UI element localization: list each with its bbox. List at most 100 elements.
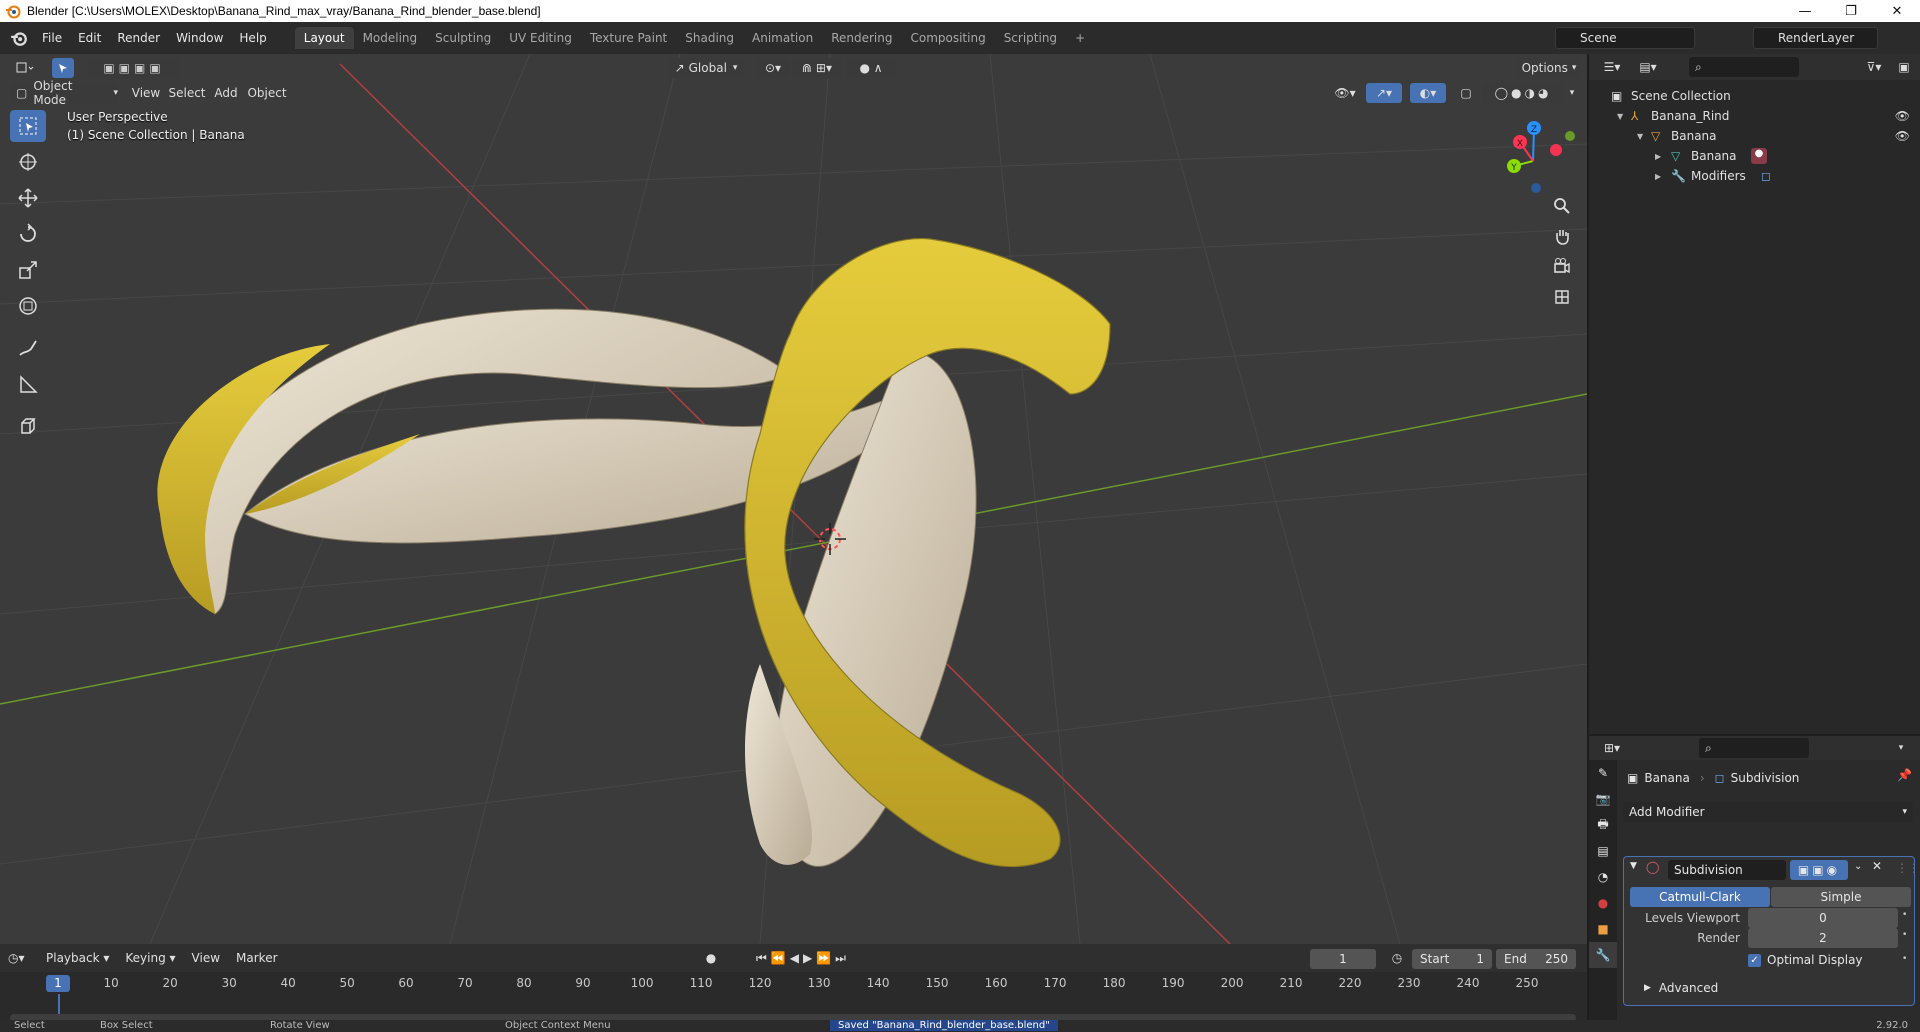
pin-icon[interactable]: 📌 <box>1897 768 1912 782</box>
keyframe-dot-icon[interactable]: • <box>1902 954 1907 964</box>
select-mode-icon[interactable] <box>52 58 74 78</box>
current-frame-marker[interactable]: 1 <box>46 975 70 992</box>
ortho-grid-icon[interactable] <box>1548 282 1576 310</box>
tab-uv-editing[interactable]: UV Editing <box>500 27 581 49</box>
add-modifier-dropdown[interactable]: Add Modifier ▾ <box>1623 802 1913 822</box>
tab-modeling[interactable]: Modeling <box>354 27 427 49</box>
shading-mode-buttons[interactable]: ◯●◑◕ <box>1482 83 1564 103</box>
start-frame-field[interactable]: Start 1 <box>1412 949 1492 969</box>
overlays-toggle-icon[interactable]: ◐▾ <box>1410 83 1446 103</box>
levels-viewport-field[interactable]: 0 <box>1748 908 1898 928</box>
tool-tab-icon[interactable]: ✎ <box>1589 760 1617 786</box>
tab-compositing[interactable]: Compositing <box>901 27 994 49</box>
current-frame-field[interactable]: 1 <box>1310 949 1376 969</box>
maximize-button[interactable]: ❐ <box>1828 0 1874 22</box>
panel-collapse-icon[interactable]: ▼ <box>1630 861 1637 871</box>
object-tab-icon[interactable]: ■ <box>1589 916 1617 942</box>
properties-editor-type-icon[interactable]: ⊞▾ <box>1597 738 1627 758</box>
blender-menu-icon[interactable] <box>10 29 28 47</box>
menu-render[interactable]: Render <box>109 28 168 48</box>
banana-rind-model[interactable] <box>157 238 1111 868</box>
modifier-options-icon[interactable]: ⌄ <box>1854 861 1862 872</box>
menu-file[interactable]: File <box>34 28 70 48</box>
minimize-button[interactable]: — <box>1782 0 1828 22</box>
outliner-item-banana-rind[interactable]: ▼ ⅄ Banana_Rind 👁 <box>1589 106 1920 126</box>
timeline-menu-marker[interactable]: Marker <box>228 951 285 965</box>
output-tab-icon[interactable]: 🖶 <box>1589 812 1617 838</box>
viewport-menu-object[interactable]: Object <box>244 83 290 103</box>
viewport-menu-view[interactable]: View <box>128 83 164 103</box>
checkbox-checked-icon[interactable]: ✓ <box>1748 953 1761 967</box>
eye-icon[interactable]: 👁 <box>1895 109 1910 123</box>
timeline-menu-keying[interactable]: Keying ▾ <box>117 951 183 965</box>
zoom-icon[interactable] <box>1548 192 1576 220</box>
tab-animation[interactable]: Animation <box>743 27 822 49</box>
measure-tool[interactable] <box>10 368 46 400</box>
filter-icon[interactable]: ⊽▾ <box>1859 57 1889 77</box>
add-cube-tool[interactable] <box>10 410 46 442</box>
material-icon[interactable]: ● <box>1751 148 1767 164</box>
keyframe-dot-icon[interactable]: • <box>1902 910 1907 920</box>
timeline-menu-view[interactable]: View <box>184 951 228 965</box>
add-workspace-button[interactable]: + <box>1066 27 1094 49</box>
world-tab-icon[interactable]: ● <box>1589 890 1617 916</box>
tab-texture-paint[interactable]: Texture Paint <box>581 27 676 49</box>
options-dropdown[interactable]: Options ▾ <box>1518 58 1580 78</box>
expand-arrow-icon[interactable]: ▶ <box>1655 172 1661 181</box>
outliner-search-input[interactable]: ⌕ <box>1689 57 1799 77</box>
camera-icon[interactable] <box>1548 252 1576 280</box>
outliner-item-banana-object[interactable]: ▼ ▽ Banana 👁 <box>1589 126 1920 146</box>
tab-shading[interactable]: Shading <box>676 27 743 49</box>
menu-edit[interactable]: Edit <box>70 28 109 48</box>
properties-options-icon[interactable]: ▾ <box>1891 738 1911 758</box>
cursor-tool[interactable] <box>10 146 46 178</box>
object-mode-dropdown[interactable]: ▢ Object Mode ▾ <box>10 79 118 107</box>
display-mode-icon[interactable]: ▤▾ <box>1633 57 1663 77</box>
end-frame-field[interactable]: End 250 <box>1496 949 1576 969</box>
properties-search-input[interactable]: ⌕ <box>1699 738 1809 758</box>
rotate-tool[interactable] <box>10 218 46 250</box>
shading-options-icon[interactable]: ▾ <box>1564 83 1580 103</box>
advanced-subpanel-header[interactable]: ▶ Advanced <box>1644 981 1718 995</box>
expand-arrow-icon[interactable]: ▶ <box>1655 152 1661 161</box>
scale-tool[interactable] <box>10 254 46 286</box>
scene-selector[interactable]: Scene <box>1555 27 1695 49</box>
scene-tab-icon[interactable]: ◔ <box>1589 864 1617 890</box>
annotate-tool[interactable] <box>10 332 46 364</box>
render-tab-icon[interactable]: 📷 <box>1589 786 1617 812</box>
timeline-menu-playback[interactable]: Playback ▾ <box>38 951 117 965</box>
render-layer-selector[interactable]: RenderLayer <box>1753 27 1878 49</box>
clock-icon[interactable]: ◷ <box>1386 948 1408 968</box>
new-collection-icon[interactable]: ▣ <box>1893 57 1915 77</box>
tab-rendering[interactable]: Rendering <box>822 27 901 49</box>
expand-arrow-icon[interactable]: ▼ <box>1617 112 1623 121</box>
render-levels-field[interactable]: 2 <box>1748 928 1898 948</box>
playback-controls[interactable]: ⏮⏪◀▶⏩⏭ <box>745 948 861 968</box>
tab-scripting[interactable]: Scripting <box>995 27 1066 49</box>
subdivision-modifier-icon[interactable]: ◻ <box>1761 169 1771 183</box>
viewport-menu-select[interactable]: Select <box>166 83 208 103</box>
outliner-item-scene-collection[interactable]: ▣ Scene Collection <box>1589 86 1920 106</box>
viewport-menu-add[interactable]: Add <box>210 83 242 103</box>
tab-layout[interactable]: Layout <box>294 27 354 49</box>
proportional-editing-icon[interactable]: ● ∧ <box>846 58 896 78</box>
expand-arrow-icon[interactable]: ▼ <box>1637 132 1643 141</box>
snap-icon[interactable]: ⋒ ⊞▾ <box>792 58 842 78</box>
transform-tool[interactable] <box>10 290 46 322</box>
view-layer-tab-icon[interactable]: ▤ <box>1589 838 1617 864</box>
pan-hand-icon[interactable] <box>1548 222 1576 250</box>
xray-toggle-icon[interactable]: ▢ <box>1456 83 1476 103</box>
record-keyframe-icon[interactable]: ● <box>700 948 722 968</box>
timeline-editor-type-icon[interactable]: ◷▾ <box>0 951 38 965</box>
frame-ruler[interactable]: 1 10 20 30 40 50 60 70 80 90 100 110 120 130 140 150 160… <box>0 972 1587 994</box>
visibility-icon[interactable]: 👁▾ <box>1330 83 1360 103</box>
outliner-item-banana-mesh[interactable]: ▶ ▽ Banana ● <box>1589 146 1920 166</box>
close-window-button[interactable]: ✕ <box>1874 0 1920 22</box>
selection-mode-buttons[interactable]: ▣▣▣▣ <box>88 58 180 78</box>
optimal-display-checkbox[interactable]: ✓ Optimal Display <box>1748 953 1863 967</box>
select-box-tool[interactable] <box>10 110 46 142</box>
drag-handle-icon[interactable]: ⋮⋮ <box>1896 861 1920 875</box>
3d-viewport[interactable]: ▣▣▣▣ ▢ Object Mode ▾ View Select Add Objec… <box>0 54 1587 944</box>
menu-help[interactable]: Help <box>231 28 274 48</box>
simple-option[interactable]: Simple <box>1771 887 1911 907</box>
